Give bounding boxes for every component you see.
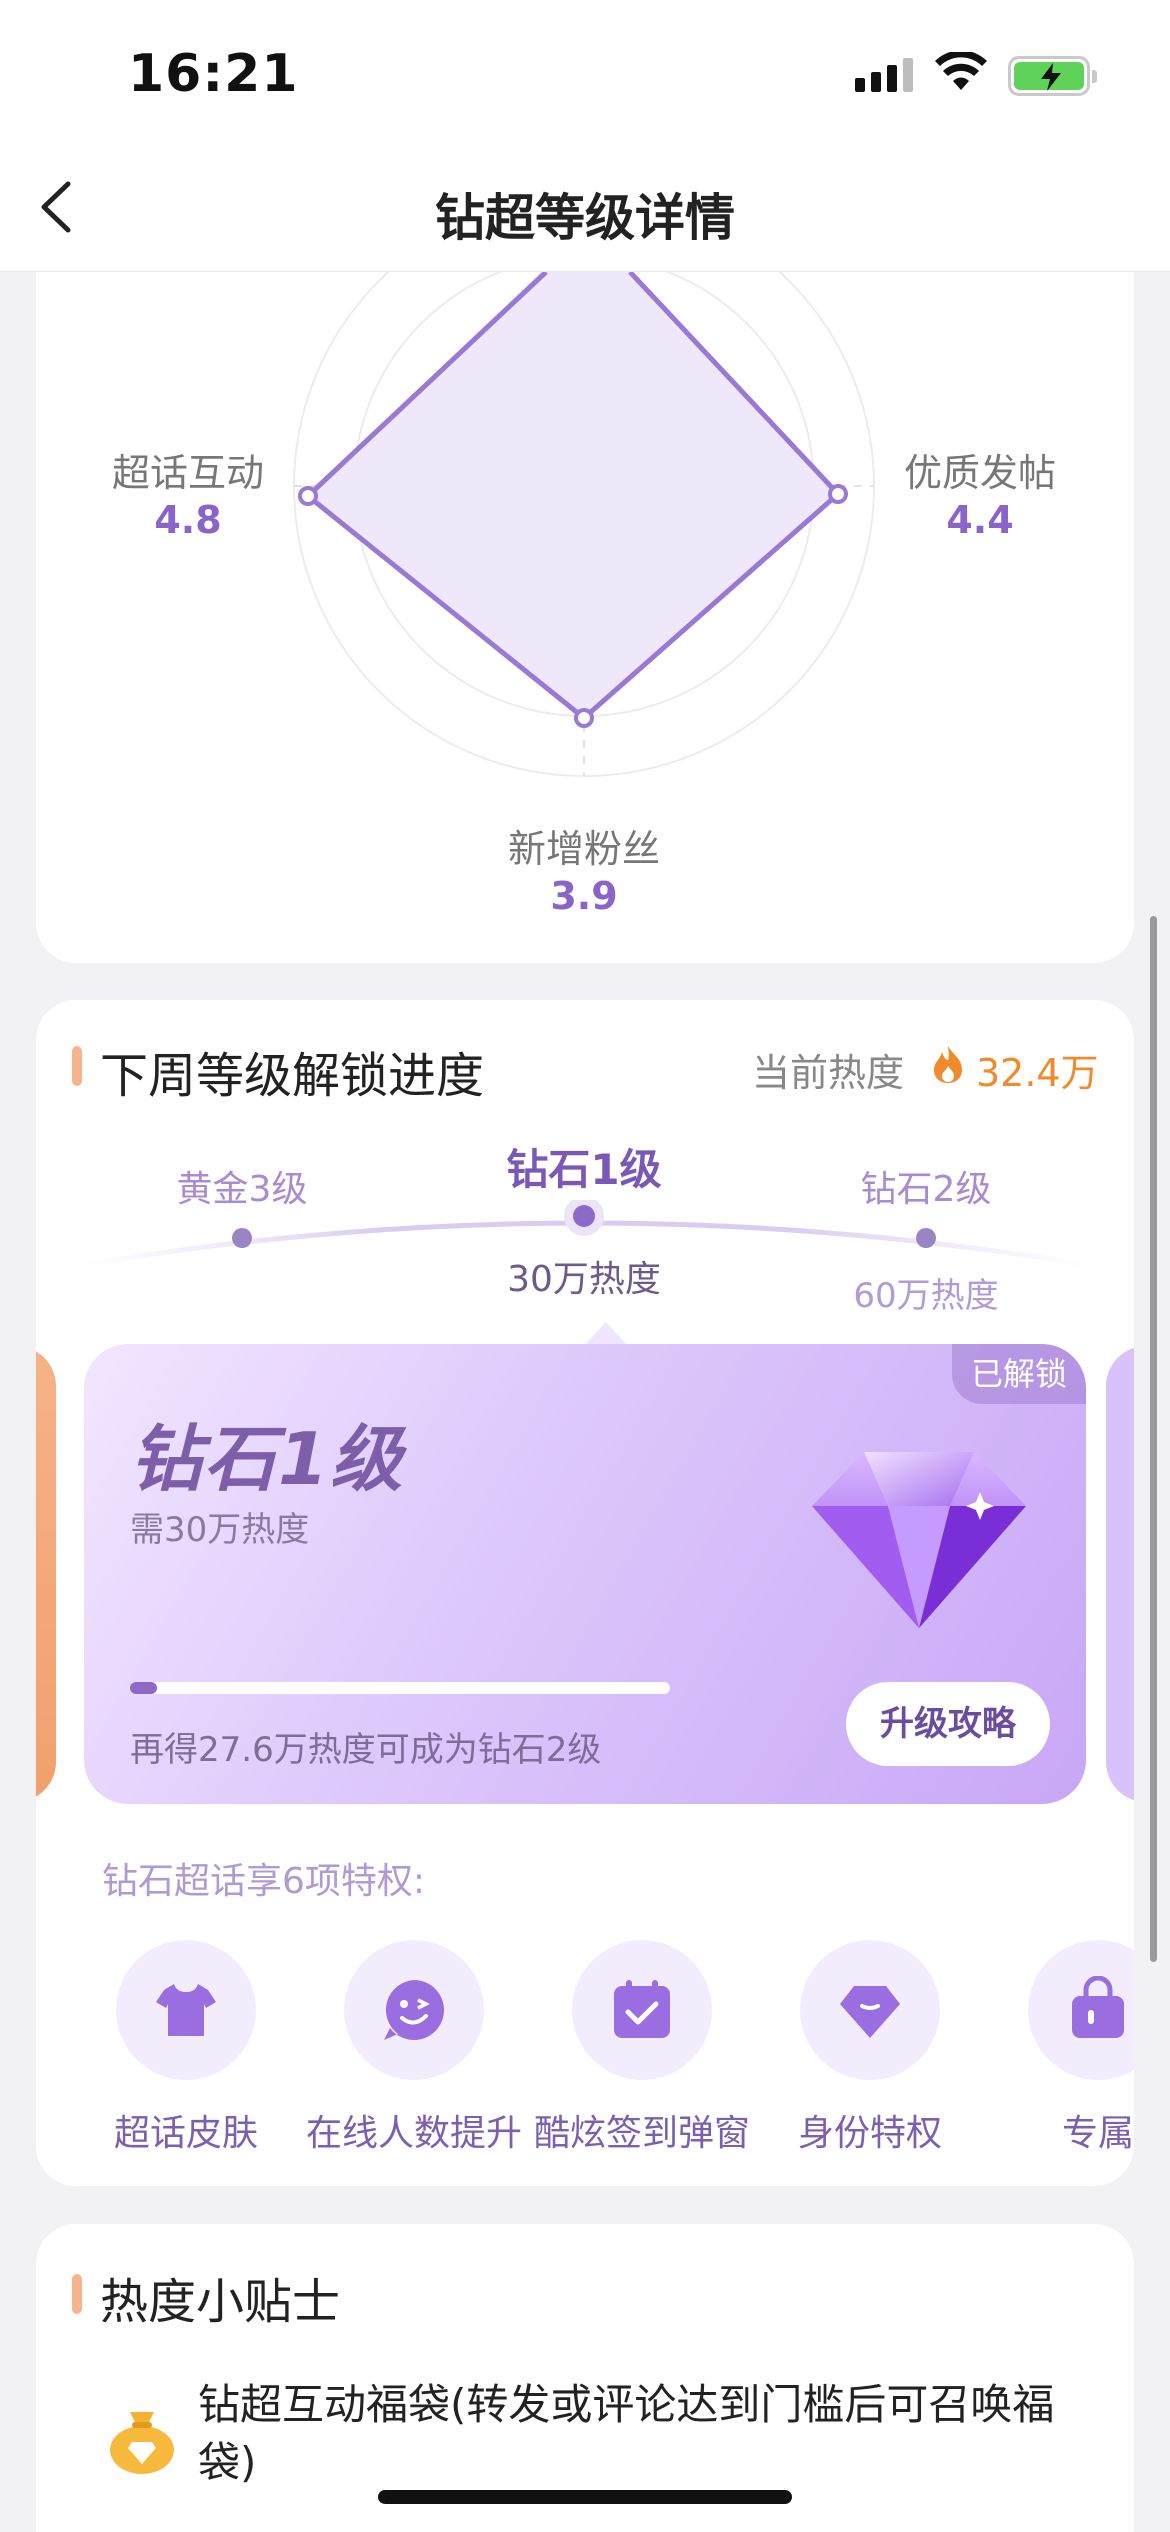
level-card-title: 钻石1级 (130, 1417, 405, 1501)
heat-tips-card: 热度小贴士 钻超互动福袋(转发或评论达到门槛后可召唤福袋) (36, 2224, 1134, 2532)
status-time: 16:21 (128, 44, 299, 104)
radar-point-fans (574, 708, 594, 728)
radar-card: 超话互动 4.8 优质发帖 4.4 新增粉丝 3.9 (36, 272, 1134, 963)
scrollbar[interactable] (1150, 916, 1157, 1962)
level-card[interactable]: 已解锁 钻石1级 需30万热度 再得27.6万热度可成为钻石2级 升级攻略 (84, 1344, 1086, 1804)
shirt-icon (156, 1984, 216, 2036)
unlock-progress-card: 下周等级解锁进度 当前热度 32.4万 黄金3级 钻石1级 30万热度 钻石2级… (36, 1000, 1134, 2186)
diamond-icon (840, 1986, 900, 2038)
battery-icon (1008, 56, 1097, 96)
current-heat-value: 32.4万 (976, 1051, 1099, 1095)
radar-label-interact: 超话互动 (111, 451, 264, 495)
radar-value-interact: 4.8 (154, 498, 222, 542)
level-dot-gold3 (232, 1228, 252, 1248)
level-dot-diamond2 (916, 1228, 936, 1248)
card-pointer (584, 1322, 628, 1346)
level-name-diamond1[interactable]: 钻石1级 (454, 1136, 714, 1197)
status-bar: 16:21 (0, 0, 1170, 150)
radar-label-post: 优质发帖 (903, 451, 1056, 495)
level-card-hint: 再得27.6万热度可成为钻石2级 (130, 1730, 602, 1770)
section-marker (72, 1046, 82, 1086)
radar-point-interact (298, 486, 318, 506)
wifi-icon (935, 52, 987, 90)
level-card-requirement: 需30万热度 (130, 1510, 310, 1550)
cellular-signal-icon (855, 58, 913, 92)
nav-bar: 钻超等级详情 (0, 150, 1170, 272)
privilege-title: 钻石超话享6项特权: (102, 1861, 426, 1902)
radar-label-fans: 新增粉丝 (507, 827, 660, 871)
level-heat-diamond1: 30万热度 (507, 1259, 661, 1300)
section-marker (72, 2274, 82, 2314)
lucky-bag-icon (110, 2412, 174, 2474)
unlocked-badge: 已解锁 (952, 1344, 1086, 1404)
bag-icon (1072, 1976, 1124, 2038)
privilege-list[interactable]: 超话皮肤 在线人数提升 酷炫签到弹窗 身份特权 专属 (36, 1940, 1134, 2160)
radar-value-fans: 3.9 (550, 874, 618, 918)
level-name-diamond2[interactable]: 钻石2级 (796, 1160, 1056, 1212)
level-heat-diamond2: 60万热度 (853, 1276, 999, 1316)
tip-item-text[interactable]: 钻超互动福袋(转发或评论达到门槛后可召唤福袋) (198, 2376, 1098, 2492)
next-level-card[interactable] (1106, 1346, 1134, 1802)
smile-chat-icon (384, 1980, 444, 2040)
home-indicator[interactable] (378, 2490, 792, 2504)
radar-point-post (828, 484, 848, 504)
level-progress-fill (130, 1682, 157, 1694)
prev-level-card[interactable] (36, 1346, 56, 1802)
radar-value-post: 4.4 (946, 498, 1014, 542)
level-name-gold3[interactable]: 黄金3级 (112, 1160, 372, 1212)
calendar-check-icon (614, 1980, 670, 2038)
unlock-section-title: 下周等级解锁进度 (100, 1048, 485, 1104)
upgrade-guide-button[interactable]: 升级攻略 (846, 1682, 1050, 1766)
level-progress-bar (130, 1682, 670, 1694)
diamond-gem-icon (812, 1452, 1026, 1628)
tips-section-title: 热度小贴士 (100, 2274, 341, 2330)
current-heat-label: 当前热度 (752, 1051, 905, 1095)
page-title: 钻超等级详情 (435, 189, 735, 247)
flame-icon (934, 1046, 962, 1083)
